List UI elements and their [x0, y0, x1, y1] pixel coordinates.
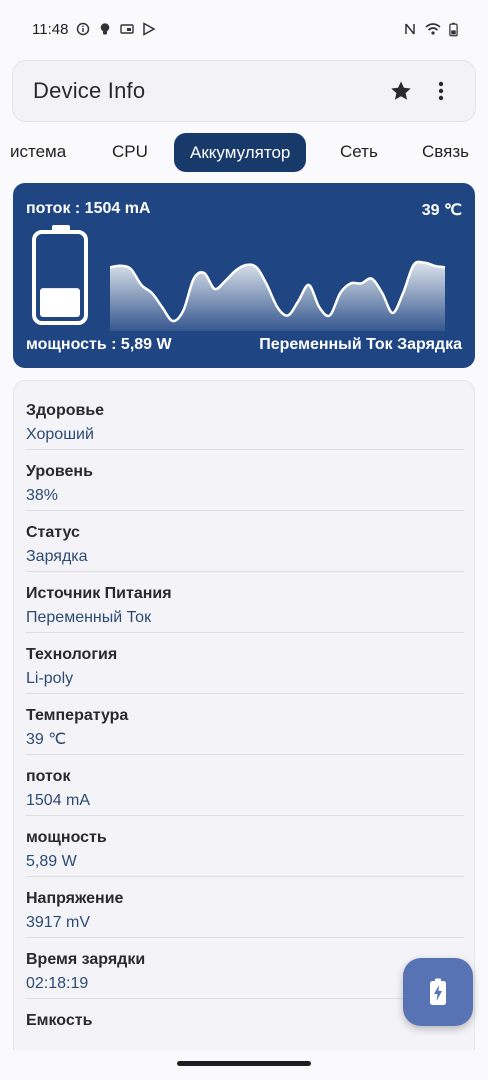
battery-level-fill [40, 288, 80, 317]
list-item-power: мощность 5,89 W [26, 816, 464, 877]
item-value: Хороший [26, 426, 94, 443]
app-title: Device Info [33, 78, 146, 103]
item-value: 5,89 W [26, 853, 77, 870]
list-item-voltage: Напряжение 3917 mV [26, 877, 464, 938]
nfc-icon [405, 23, 415, 35]
home-indicator[interactable] [177, 1061, 311, 1066]
item-label: Статус [26, 524, 80, 541]
list-item-temperature: Температура 39 ℃ [26, 694, 464, 755]
list-item-status: Статус Зарядка [26, 511, 464, 572]
status-bar: 11:48 [0, 0, 488, 58]
tab-system[interactable]: истема [10, 132, 66, 172]
battery-icon [449, 22, 458, 36]
battery-level-icon [32, 225, 88, 325]
lightbulb-icon [101, 23, 110, 35]
tab-bar: истема CPU Аккумулятор Сеть Связь [0, 132, 488, 174]
item-value: 3917 mV [26, 914, 91, 931]
list-item-health: Здоровье Хороший [26, 389, 464, 450]
tab-battery[interactable]: Аккумулятор [174, 133, 307, 172]
item-label: Емкость [26, 1012, 93, 1029]
item-label: Температура [26, 707, 129, 724]
item-value: Li-poly [26, 670, 74, 687]
charging-source-status: Переменный Ток Зарядка [259, 336, 462, 353]
item-label: Напряжение [26, 890, 124, 907]
item-label: Источник Питания [26, 585, 172, 602]
battery-charging-icon [430, 978, 446, 1005]
info-circle-icon [77, 22, 90, 36]
tab-cpu[interactable]: CPU [112, 132, 148, 172]
item-label: поток [26, 768, 71, 785]
item-label: Время зарядки [26, 951, 146, 968]
item-value: 38% [26, 487, 59, 504]
tab-connectivity[interactable]: Связь [422, 132, 469, 172]
battery-info-list: Здоровье Хороший Уровень 38% Статус Заря… [26, 389, 464, 1060]
app-bar: Device Info [12, 60, 476, 122]
list-item-current: поток 1504 mA [26, 755, 464, 816]
item-value: Переменный Ток [26, 609, 152, 626]
current-graph [110, 260, 445, 331]
graph-area [110, 261, 445, 331]
item-value: Зарядка [26, 548, 88, 565]
item-value: 39 ℃ [26, 731, 67, 748]
list-item-level: Уровень 38% [26, 450, 464, 511]
temperature-readout: 39 ℃ [421, 202, 462, 219]
item-value: 1504 mA [26, 792, 91, 809]
item-value: 02:18:19 [26, 975, 89, 992]
cast-icon [120, 24, 135, 34]
battery-status-card: поток : 1504 mA 39 ℃ мощность : 5,89 W П… [13, 183, 475, 368]
power-readout: мощность : 5,89 W [26, 336, 172, 353]
tab-network[interactable]: Сеть [340, 132, 378, 172]
battery-fab-button[interactable] [403, 958, 473, 1026]
list-item-charge-time: Время зарядки 02:18:19 [26, 938, 464, 999]
wifi-icon [425, 23, 441, 35]
list-item-technology: Технология Li-poly [26, 633, 464, 694]
star-icon [391, 81, 411, 100]
favorite-button[interactable] [381, 71, 421, 111]
more-options-button[interactable] [421, 71, 461, 111]
more-vert-icon [438, 81, 444, 101]
item-label: мощность [26, 829, 107, 846]
item-label: Здоровье [26, 402, 105, 419]
item-label: Уровень [26, 463, 93, 480]
status-time: 11:48 [32, 20, 69, 38]
list-item-power-source: Источник Питания Переменный Ток [26, 572, 464, 633]
play-store-icon [143, 22, 156, 36]
item-label: Технология [26, 646, 118, 663]
current-readout: поток : 1504 mA [26, 200, 151, 217]
